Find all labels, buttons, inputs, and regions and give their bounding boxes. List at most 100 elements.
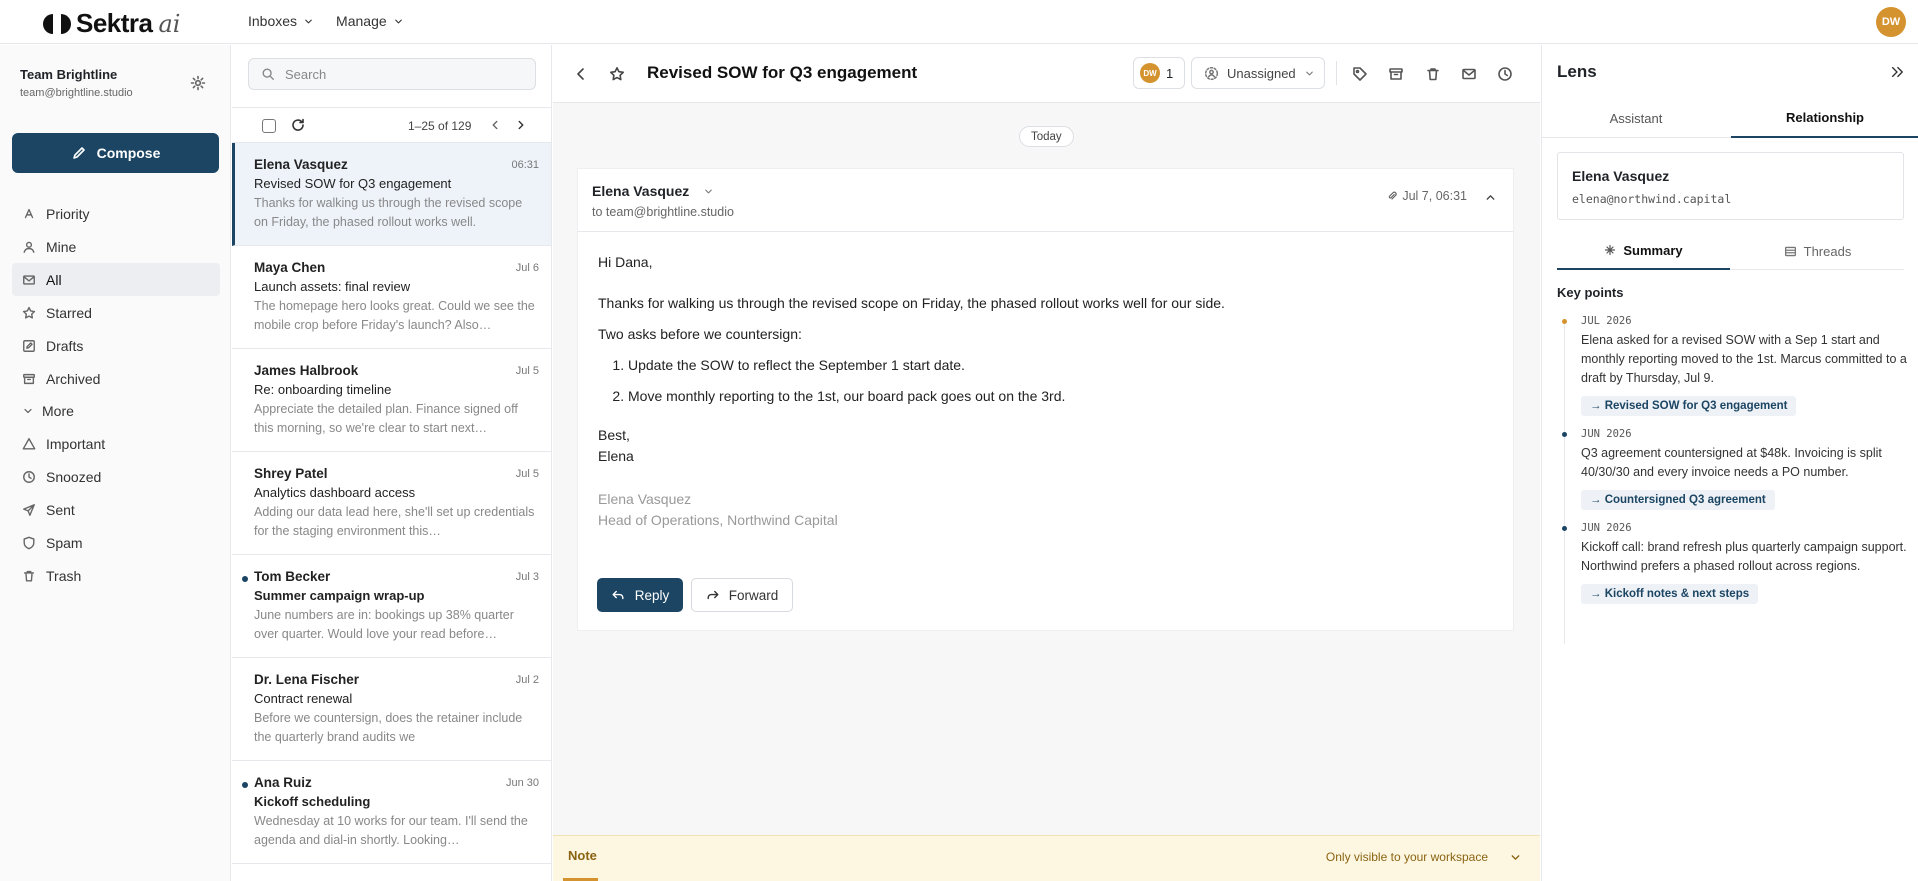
chevron-down-icon[interactable] <box>1509 851 1522 864</box>
chevron-down-icon <box>24 408 32 414</box>
day-divider: Today <box>1019 126 1074 147</box>
back-arrow-icon[interactable] <box>573 66 589 82</box>
tag-icon[interactable] <box>1352 66 1368 82</box>
note-bar[interactable]: Note Only visible to your workspace <box>553 835 1540 881</box>
chevron-left-icon[interactable] <box>488 118 502 132</box>
clock-icon <box>23 470 35 483</box>
forward-button[interactable]: Forward <box>691 578 793 612</box>
mail-icon[interactable] <box>1461 66 1477 82</box>
message-header[interactable]: Elena Vasquez to team@brightline.studio … <box>577 168 1514 232</box>
forward-label: Forward <box>728 587 779 603</box>
tab-relationship[interactable]: Relationship <box>1731 98 1918 138</box>
mail-date: Jun 30 <box>505 777 539 789</box>
clock-icon[interactable] <box>1497 66 1513 82</box>
sidebar-item-label: Archived <box>46 370 101 387</box>
compose-button[interactable]: Compose <box>12 133 219 173</box>
user-avatar[interactable]: DW <box>1876 7 1906 37</box>
paperclip-icon <box>1389 191 1398 200</box>
star-icon[interactable] <box>609 66 625 82</box>
search-input[interactable]: Search <box>248 58 536 90</box>
asks-list: Update the SOW to reflect the September … <box>628 355 1225 407</box>
reply-button[interactable]: Reply <box>597 578 683 612</box>
sidebar-item-all[interactable]: All <box>12 263 220 296</box>
list-item[interactable]: Dr. Lena Fischer Jul 2 Contract renewal … <box>232 658 551 761</box>
message-date-row: Jul 7, 06:31 <box>1386 189 1467 203</box>
thread-link[interactable]: → Revised SOW for Q3 engagement <box>1581 396 1797 416</box>
sidebar-item-trash[interactable]: Trash <box>12 559 220 592</box>
tab-threads[interactable]: Threads <box>1731 232 1904 270</box>
thread-link[interactable]: → Kickoff notes & next steps <box>1581 584 1759 604</box>
list-item: Move monthly reporting to the 1st, our b… <box>628 386 1225 407</box>
list-item[interactable]: Shrey Patel Jul 5 Analytics dashboard ac… <box>232 452 551 555</box>
mail-snippet: June numbers are in: bookings up 38% qua… <box>254 608 514 641</box>
list-item[interactable]: Ana Ruiz Jun 30 Kickoff scheduling Wedne… <box>232 761 551 864</box>
key-points-timeline: JUL 2026 Elena asked for a revised SOW w… <box>1557 315 1907 644</box>
sidebar-item-label: Spam <box>46 534 83 551</box>
mail-snippet: Appreciate the detailed plan. Finance si… <box>254 402 518 435</box>
logo-suffix: ai <box>158 9 181 38</box>
refresh-icon[interactable] <box>290 117 306 133</box>
inboxes-menu[interactable]: Inboxes <box>248 13 314 29</box>
top-nav: Inboxes Manage <box>248 13 404 29</box>
shield-icon <box>23 536 35 549</box>
recipient: to team@brightline.studio <box>592 205 734 219</box>
mail-snippet: Adding our data lead here, she'll set up… <box>254 505 535 538</box>
top-bar: Sektra ai Inboxes Manage DW <box>0 0 1918 44</box>
mail-subject: Summer campaign wrap-up <box>254 588 425 603</box>
sidebar-item-archived[interactable]: Archived <box>12 362 220 395</box>
trash-icon <box>23 570 35 582</box>
sidebar-more-toggle[interactable]: More <box>0 395 230 427</box>
list-item[interactable]: Maya Chen Jul 6 Launch assets: final rev… <box>232 246 551 349</box>
tab-summary[interactable]: Summary <box>1557 232 1730 270</box>
sidebar-item-starred[interactable]: Starred <box>12 296 220 329</box>
chevron-down-icon[interactable] <box>703 186 714 197</box>
summary-label: Summary <box>1623 242 1683 258</box>
sidebar-item-important[interactable]: Important <box>12 427 220 460</box>
thread-link[interactable]: → Countersigned Q3 agreement <box>1581 490 1775 510</box>
collapse-panel-icon[interactable] <box>1890 65 1904 79</box>
note-label: Note <box>568 848 597 863</box>
tab-assistant[interactable]: Assistant <box>1542 98 1730 138</box>
assign-dropdown[interactable]: Unassigned <box>1191 57 1325 89</box>
relationship-tabs: Summary Threads <box>1557 232 1904 270</box>
sign-name: Elena <box>598 448 634 464</box>
trash-icon[interactable] <box>1425 66 1441 82</box>
sparkle-icon <box>1605 244 1616 256</box>
thread-view: Revised SOW for Q3 engagement DW 1 Unass… <box>553 45 1540 881</box>
mail-snippet: Wednesday at 10 works for our team. I'll… <box>254 814 528 847</box>
folder-nav: Priority Mine All Starred Drafts Archive… <box>0 197 230 592</box>
key-point-date: JUL 2026 <box>1581 315 1632 327</box>
sidebar-item-sent[interactable]: Sent <box>12 493 220 526</box>
chevron-right-icon[interactable] <box>514 118 528 132</box>
sidebar-item-mine[interactable]: Mine <box>12 230 220 263</box>
app-logo[interactable]: Sektra ai <box>42 8 180 39</box>
assignee-button[interactable]: DW 1 <box>1133 57 1185 89</box>
contact-card: Elena Vasquez elena@northwind.capital <box>1557 152 1904 220</box>
mail-from: Tom Becker <box>254 569 331 584</box>
search-placeholder: Search <box>285 66 327 82</box>
key-point-text: Q3 agreement countersigned at $48k. Invo… <box>1581 446 1882 479</box>
sidebar-item-snoozed[interactable]: Snoozed <box>12 460 220 493</box>
archive-icon[interactable] <box>1388 66 1404 82</box>
mail-date: Jul 2 <box>515 674 539 686</box>
select-all-checkbox[interactable] <box>262 119 276 133</box>
mail-from: Maya Chen <box>254 260 326 275</box>
mail-date: 06:31 <box>511 159 539 171</box>
mail-date: Jul 5 <box>515 468 539 480</box>
sidebar-item-label: Mine <box>46 238 77 255</box>
lens-title: Lens <box>1557 62 1597 81</box>
key-point-text: Elena asked for a revised SOW with a Sep… <box>1581 333 1907 385</box>
sidebar-item-spam[interactable]: Spam <box>12 526 220 559</box>
chevron-up-icon[interactable] <box>1484 191 1497 204</box>
list-item[interactable]: Tom Becker Jul 3 Summer campaign wrap-up… <box>232 555 551 658</box>
sidebar-item-label: Starred <box>46 304 92 321</box>
gear-icon[interactable] <box>190 75 206 91</box>
sidebar-item-label: Sent <box>46 501 75 518</box>
sidebar-item-drafts[interactable]: Drafts <box>12 329 220 362</box>
key-point: JUN 2026 Q3 agreement countersigned at $… <box>1557 428 1907 510</box>
sidebar-item-label: Snoozed <box>46 468 102 485</box>
list-item[interactable]: James Halbrook Jul 5 Re: onboarding time… <box>232 349 551 452</box>
sidebar-item-priority[interactable]: Priority <box>12 197 220 230</box>
list-item[interactable]: Elena Vasquez 06:31 Revised SOW for Q3 e… <box>232 143 551 246</box>
manage-menu[interactable]: Manage <box>336 13 404 29</box>
